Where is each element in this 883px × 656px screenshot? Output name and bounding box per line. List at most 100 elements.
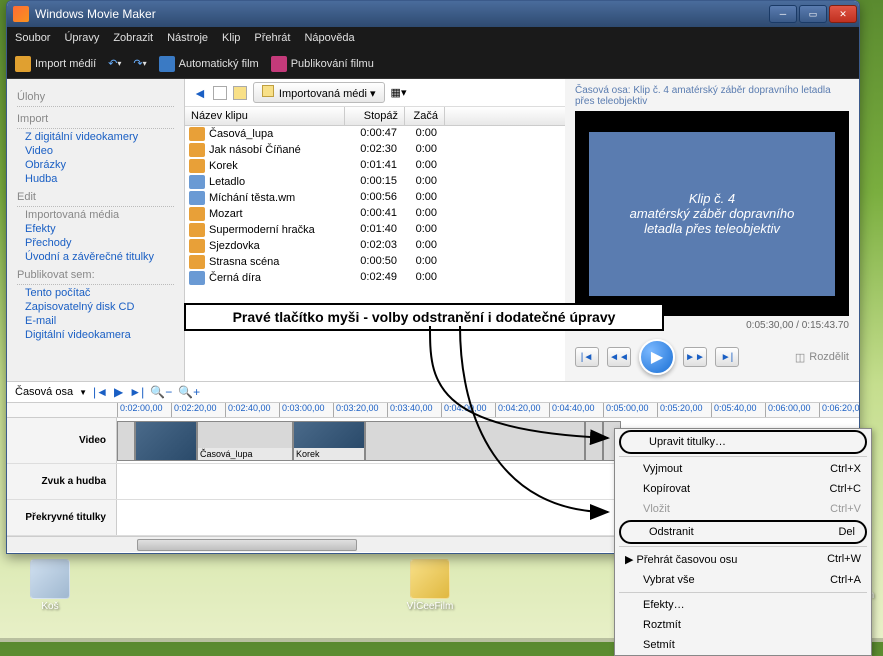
view-folder-icon[interactable] <box>233 86 247 100</box>
clip-row[interactable]: Sjezdovka0:02:030:00 <box>185 238 565 254</box>
prev-frame-button[interactable]: |◄ <box>575 347 599 367</box>
cm-fade-in[interactable]: Roztmít <box>615 615 871 635</box>
preview-slide: Klip č. 4 amatérský záběr dopravního let… <box>589 132 836 296</box>
sidebar-publish-computer[interactable]: Tento počítač <box>25 287 174 299</box>
clip-row[interactable]: Korek0:01:410:00 <box>185 158 565 174</box>
ruler-tick: 0:04:00,00 <box>441 403 495 417</box>
rewind-button[interactable]: ◄◄ <box>607 347 631 367</box>
cm-edit-titles[interactable]: Upravit titulky… <box>619 430 867 454</box>
ruler-tick: 0:05:40,00 <box>711 403 765 417</box>
cm-effects[interactable]: Efekty… <box>615 595 871 615</box>
split-button[interactable]: ◫ Rozdělit <box>795 351 849 364</box>
app-icon <box>13 6 29 22</box>
cm-select-all[interactable]: Vybrat všeCtrl+A <box>615 570 871 590</box>
sidebar-imported-media[interactable]: Importovaná média <box>25 209 174 221</box>
menu-zobrazit[interactable]: Zobrazit <box>113 32 153 44</box>
menu-prehrat[interactable]: Přehrát <box>254 32 290 44</box>
scrollbar-thumb[interactable] <box>137 539 357 551</box>
view-thumbs-icon[interactable] <box>213 86 227 100</box>
titlebar[interactable]: Windows Movie Maker ─ ▭ ✕ <box>7 1 859 27</box>
view-mode-icon[interactable]: ▦▾ <box>391 86 405 100</box>
clip-row[interactable]: Míchání těsta.wm0:00:560:00 <box>185 190 565 206</box>
folder-icon <box>262 85 274 97</box>
clip-row[interactable]: Časová_lupa0:00:470:00 <box>185 126 565 142</box>
timeline-next-button[interactable]: ►| <box>129 385 144 399</box>
clip-icon <box>189 159 205 173</box>
menu-soubor[interactable]: Soubor <box>15 32 50 44</box>
cm-cut[interactable]: VyjmoutCtrl+X <box>615 459 871 479</box>
timeline-clip[interactable]: Korek <box>293 421 365 461</box>
undo-button[interactable]: ↶▾ <box>108 57 121 70</box>
sidebar-publish-email[interactable]: E-mail <box>25 315 174 327</box>
zoom-out-button[interactable]: 🔍− <box>150 385 172 399</box>
play-button[interactable]: ▶ <box>639 339 675 375</box>
recycle-icon <box>30 559 70 599</box>
back-icon[interactable]: ◄ <box>193 85 207 101</box>
timeline-clip[interactable] <box>117 421 135 461</box>
cm-paste[interactable]: VložitCtrl+V <box>615 499 871 519</box>
audio-track-label: Zvuk a hudba <box>7 464 117 499</box>
cm-play-timeline[interactable]: ▶ Přehrát časovou osuCtrl+W <box>615 549 871 570</box>
maximize-button[interactable]: ▭ <box>799 5 827 23</box>
zoom-in-button[interactable]: 🔍+ <box>178 385 200 399</box>
clip-row[interactable]: Mozart0:00:410:00 <box>185 206 565 222</box>
collection-dropdown[interactable]: Importovaná médi ▾ <box>253 82 385 103</box>
clip-row[interactable]: Supermoderní hračka0:01:400:00 <box>185 222 565 238</box>
cm-delete[interactable]: OdstranitDel <box>619 520 867 544</box>
col-start-header[interactable]: Začá <box>405 107 445 125</box>
timeline-prev-button[interactable]: |◄ <box>93 385 108 399</box>
desktop-label: VÍCeeFilm <box>400 601 460 612</box>
clip-row[interactable]: Jak násobí Číňané0:02:300:00 <box>185 142 565 158</box>
menu-nastroje[interactable]: Nástroje <box>167 32 208 44</box>
clip-icon <box>189 127 205 141</box>
import-media-button[interactable]: Import médií <box>15 56 96 72</box>
desktop-folder[interactable]: VÍCeeFilm <box>400 559 460 612</box>
timeline-clip[interactable] <box>365 421 585 461</box>
menu-upravy[interactable]: Úpravy <box>64 32 99 44</box>
clip-row[interactable]: Letadlo0:00:150:00 <box>185 174 565 190</box>
timeline-clip[interactable] <box>585 421 603 461</box>
clip-icon <box>189 143 205 157</box>
close-button[interactable]: ✕ <box>829 5 857 23</box>
clip-name: Mozart <box>209 208 243 220</box>
col-stop-header[interactable]: Stopáž <box>345 107 405 125</box>
sidebar-import-video[interactable]: Video <box>25 145 174 157</box>
clip-thumb <box>366 422 584 460</box>
sidebar-import-images[interactable]: Obrázky <box>25 159 174 171</box>
ruler-tick: 0:05:20,00 <box>657 403 711 417</box>
sidebar-titles[interactable]: Úvodní a závěrečné titulky <box>25 251 174 263</box>
clip-icon <box>189 239 205 253</box>
cm-copy[interactable]: KopírovatCtrl+C <box>615 479 871 499</box>
sidebar-import-music[interactable]: Hudba <box>25 173 174 185</box>
timeline-clip[interactable]: Časová_lupa <box>197 421 293 461</box>
automovie-icon <box>159 56 175 72</box>
clip-name: Časová_lupa <box>209 128 273 140</box>
publish-button[interactable]: Publikování filmu <box>271 56 374 72</box>
clip-list[interactable]: Název klipu Stopáž Začá Časová_lupa0:00:… <box>185 107 565 381</box>
sidebar-transitions[interactable]: Přechody <box>25 237 174 249</box>
clip-row[interactable]: Černá díra0:02:490:00 <box>185 270 565 286</box>
menu-klip[interactable]: Klip <box>222 32 240 44</box>
cm-fade-out[interactable]: Setmít <box>615 635 871 655</box>
publish-heading: Publikovat sem: <box>17 269 174 281</box>
clip-stop: 0:01:40 <box>345 223 405 237</box>
clip-stop: 0:00:50 <box>345 255 405 269</box>
timeline-clip[interactable] <box>135 421 197 461</box>
desktop-recycle-bin[interactable]: Koš <box>20 559 80 612</box>
redo-button[interactable]: ↷▾ <box>133 57 146 70</box>
timeline-ruler[interactable]: 0:02:00,000:02:20,000:02:40,000:03:00,00… <box>7 402 859 418</box>
automovie-button[interactable]: Automatický film <box>159 56 259 72</box>
sidebar-publish-camera[interactable]: Digitální videokamera <box>25 329 174 341</box>
forward-button[interactable]: ►► <box>683 347 707 367</box>
sidebar-import-camera[interactable]: Z digitální videokamery <box>25 131 174 143</box>
minimize-button[interactable]: ─ <box>769 5 797 23</box>
col-name-header[interactable]: Název klipu <box>185 107 345 125</box>
undo-icon: ↶ <box>108 57 117 70</box>
clip-row[interactable]: Strasna scéna0:00:500:00 <box>185 254 565 270</box>
sidebar-effects[interactable]: Efekty <box>25 223 174 235</box>
ruler-tick: 0:04:40,00 <box>549 403 603 417</box>
menu-napoveda[interactable]: Nápověda <box>304 32 354 44</box>
next-frame-button[interactable]: ►| <box>715 347 739 367</box>
sidebar-publish-cd[interactable]: Zapisovatelný disk CD <box>25 301 174 313</box>
timeline-play-button[interactable]: ▶ <box>114 385 123 399</box>
